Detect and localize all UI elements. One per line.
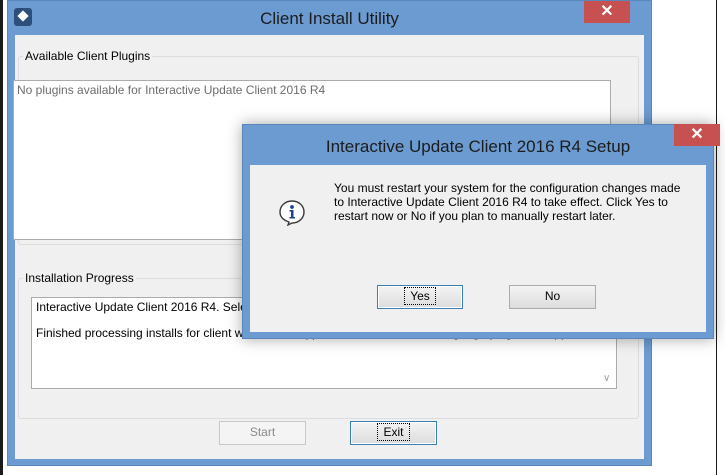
desktop-edge [0,0,3,475]
dialog-message: You must restart your system for the con… [334,181,681,223]
desktop-edge-right [716,0,717,475]
yes-button-label: Yes [404,287,436,305]
exit-button[interactable]: Exit [350,421,437,445]
window-title: Client Install Utility [260,9,399,28]
close-button[interactable]: ✕ [584,1,630,23]
exit-button-label: Exit [377,423,410,441]
restart-dialog: Interactive Update Client 2016 R4 Setup … [242,124,720,339]
available-plugins-label: Available Client Plugins [25,49,151,63]
no-button[interactable]: No [509,285,596,309]
chevron-down-icon[interactable]: ∨ [603,373,610,384]
yes-button[interactable]: Yes [377,285,463,309]
dialog-title: Interactive Update Client 2016 R4 Setup [325,137,631,156]
start-button[interactable]: Start [219,421,306,445]
info-icon [279,200,305,227]
plugins-empty-text: No plugins available for Interactive Upd… [17,83,326,97]
installation-progress-label: Installation Progress [25,271,134,285]
dialog-close-button[interactable]: ✕ [674,124,720,146]
main-titlebar[interactable]: Client Install Utility ✕ [8,1,651,35]
